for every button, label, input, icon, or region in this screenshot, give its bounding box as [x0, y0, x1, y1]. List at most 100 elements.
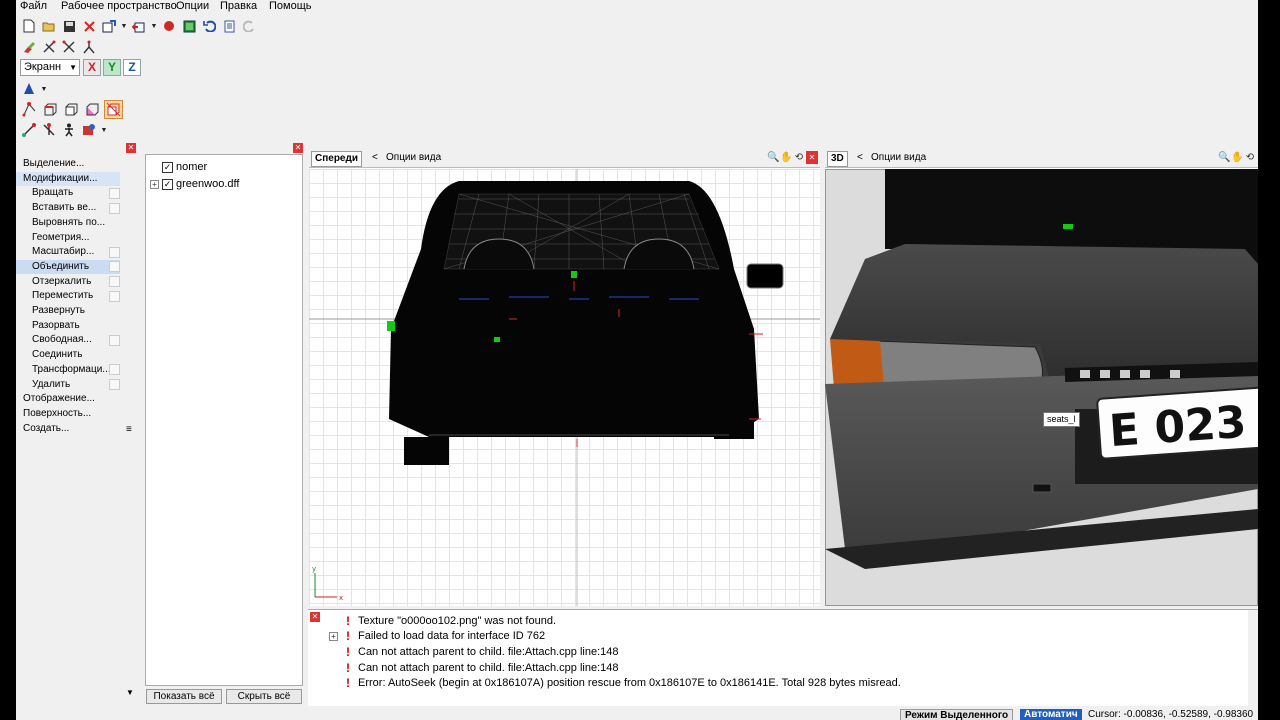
- tree-item-nomer[interactable]: ✓ nomer: [162, 159, 207, 175]
- panel-item[interactable]: Соединить: [16, 348, 82, 362]
- save-icon[interactable]: [60, 17, 78, 35]
- close-file-icon[interactable]: [80, 17, 98, 35]
- panel-item[interactable]: Вращать: [16, 186, 73, 200]
- texture-icon[interactable]: [180, 17, 198, 35]
- rotate-icon[interactable]: ⟲: [1244, 151, 1256, 164]
- close-icon[interactable]: ✕: [806, 151, 818, 164]
- zoom-icon[interactable]: 🔍: [767, 151, 779, 164]
- options-box-icon[interactable]: [109, 334, 120, 346]
- panel-item[interactable]: Поверхность...: [16, 407, 91, 421]
- expand-plus-icon[interactable]: +: [150, 179, 159, 189]
- skin-icon[interactable]: [40, 121, 58, 139]
- panel-item[interactable]: Переместить: [16, 289, 93, 303]
- panel-item[interactable]: Разорвать: [16, 319, 80, 333]
- edge-tool-icon[interactable]: [60, 38, 78, 56]
- undo-icon[interactable]: [200, 17, 218, 35]
- notes-icon[interactable]: [220, 17, 238, 35]
- coord-space-select[interactable]: Экранн ▼: [20, 59, 80, 76]
- chevron-left-icon[interactable]: <: [857, 152, 863, 164]
- shading-dropdown-icon[interactable]: ▼: [40, 86, 48, 93]
- axis-y-toggle[interactable]: Y: [103, 59, 121, 76]
- export-dropdown-icon[interactable]: ▼: [150, 23, 158, 30]
- close-icon[interactable]: ✕: [293, 143, 303, 153]
- panel-item[interactable]: Создать...: [16, 422, 69, 436]
- options-box-icon[interactable]: [109, 276, 120, 288]
- bone-icon[interactable]: [20, 121, 38, 139]
- chevron-left-icon[interactable]: <: [372, 152, 378, 164]
- rotate-icon[interactable]: ⟲: [793, 151, 805, 164]
- panel-item[interactable]: Геометрия...: [16, 231, 89, 245]
- select-face-icon[interactable]: [62, 100, 81, 119]
- record-icon[interactable]: [160, 17, 178, 35]
- panel-item[interactable]: Вставить ве...: [16, 201, 96, 215]
- paint-icon[interactable]: [20, 38, 38, 56]
- panel-item[interactable]: Модификации...: [16, 171, 120, 186]
- menu-edit[interactable]: Правка: [220, 0, 257, 13]
- view-options-button[interactable]: Опции вида: [386, 152, 441, 164]
- options-box-icon[interactable]: [109, 261, 120, 273]
- zoom-icon[interactable]: 🔍: [1218, 151, 1230, 164]
- log-entry[interactable]: ! Texture "o000oo102.png" was not found.: [344, 613, 556, 628]
- select-element-icon[interactable]: [83, 100, 102, 119]
- panel-item[interactable]: Отзеркалить: [16, 275, 91, 289]
- panel-menu-icon[interactable]: ≡: [126, 424, 132, 435]
- log-entry[interactable]: ! Can not attach parent to child. file:At…: [344, 660, 619, 675]
- scroll-down-icon[interactable]: ▼: [126, 688, 134, 697]
- import-dropdown-icon[interactable]: ▼: [120, 23, 128, 30]
- pose-dropdown-icon[interactable]: ▼: [100, 127, 108, 134]
- shading-icon[interactable]: [20, 80, 38, 98]
- import-icon[interactable]: [100, 17, 118, 35]
- viewport-3d[interactable]: 3D < Опции вида 🔍 ✋ ⟲ E 023 seats_l: [825, 148, 1258, 606]
- select-edge-icon[interactable]: [41, 100, 60, 119]
- log-entry[interactable]: ! Failed to load data for interface ID 76…: [344, 629, 545, 644]
- export-icon[interactable]: [130, 17, 148, 35]
- options-box-icon[interactable]: [109, 364, 120, 376]
- panel-item[interactable]: Объединить: [16, 259, 120, 274]
- panel-item[interactable]: Отображение...: [16, 392, 95, 406]
- open-folder-icon[interactable]: [40, 17, 58, 35]
- show-all-button[interactable]: Показать всё: [146, 689, 222, 704]
- close-icon[interactable]: ✕: [126, 143, 136, 153]
- axis-x-toggle[interactable]: X: [83, 59, 101, 76]
- panel-item[interactable]: Свободная...: [16, 333, 92, 347]
- view-name-tab[interactable]: 3D: [827, 151, 848, 167]
- options-box-icon[interactable]: [109, 187, 120, 199]
- face-tool-icon[interactable]: [80, 38, 98, 56]
- panel-item[interactable]: Развернуть: [16, 304, 85, 318]
- log-entry[interactable]: ! Can not attach parent to child. file:At…: [344, 644, 619, 659]
- menu-help[interactable]: Помощь: [269, 0, 312, 13]
- panel-item[interactable]: Выровнять по...: [16, 216, 105, 230]
- new-file-icon[interactable]: [20, 17, 38, 35]
- checkbox-checked-icon[interactable]: ✓: [162, 178, 173, 190]
- options-box-icon[interactable]: [109, 379, 120, 390]
- figure-icon[interactable]: [60, 121, 78, 139]
- select-vertex-icon[interactable]: [20, 100, 39, 119]
- pan-hand-icon[interactable]: ✋: [780, 151, 792, 164]
- select-object-icon[interactable]: [104, 100, 123, 119]
- pan-hand-icon[interactable]: ✋: [1231, 151, 1243, 164]
- viewport-front[interactable]: Спереди < Опции вида 🔍 ✋ ⟲ ✕ y x: [309, 148, 820, 606]
- axis-z-toggle[interactable]: Z: [123, 59, 141, 76]
- warning-icon: !: [346, 660, 350, 675]
- hide-all-button[interactable]: Скрыть всё: [226, 689, 302, 704]
- tree-item-greenwoo[interactable]: + ✓ greenwoo.dff: [150, 176, 239, 192]
- panel-item[interactable]: Трансформаци...: [16, 363, 111, 377]
- close-icon[interactable]: ✕: [310, 612, 320, 622]
- options-box-icon[interactable]: [109, 246, 120, 258]
- menu-file[interactable]: Файл: [20, 0, 47, 13]
- log-scrollbar[interactable]: [1248, 610, 1258, 707]
- menu-workspace[interactable]: Рабочее пространство: [61, 0, 177, 13]
- view-options-button[interactable]: Опции вида: [871, 152, 926, 164]
- options-box-icon[interactable]: [109, 202, 120, 214]
- panel-item[interactable]: Удалить: [16, 378, 70, 392]
- panel-item[interactable]: Выделение...: [16, 157, 84, 171]
- pose-icon[interactable]: [80, 121, 98, 139]
- log-entry[interactable]: ! Error: AutoSeek (begin at 0x186107A) po…: [344, 676, 901, 691]
- vertex-tool-icon[interactable]: [40, 38, 58, 56]
- expand-plus-icon[interactable]: +: [329, 632, 338, 641]
- menu-options[interactable]: Опции: [176, 0, 209, 13]
- panel-item[interactable]: Масштабир...: [16, 245, 94, 259]
- view-name-tab[interactable]: Спереди: [311, 151, 362, 167]
- options-box-icon[interactable]: [109, 290, 120, 302]
- checkbox-checked-icon[interactable]: ✓: [162, 161, 173, 173]
